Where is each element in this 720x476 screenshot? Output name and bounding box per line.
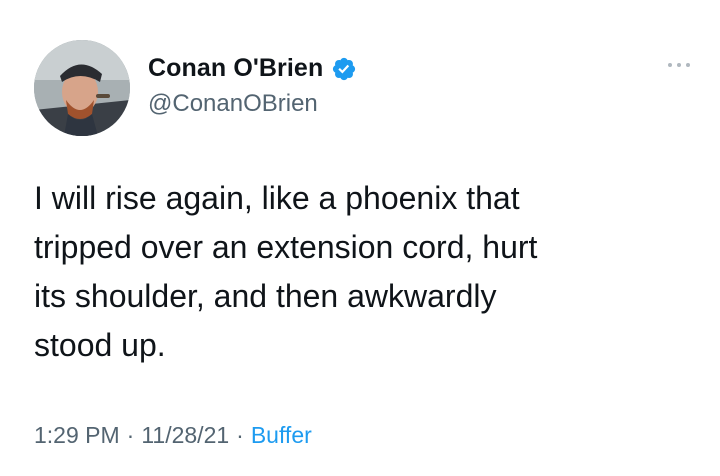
tweet-card: Conan O'Brien @ConanOBrien I will rise a… — [0, 0, 720, 476]
meta-separator: · — [236, 422, 244, 448]
tweet-text: I will rise again, like a phoenix that t… — [34, 180, 538, 363]
author-name-row: Conan O'Brien — [148, 54, 357, 83]
tweet-date[interactable]: 11/28/21 — [141, 422, 229, 449]
tweet-time[interactable]: 1:29 PM — [34, 422, 120, 449]
meta-separator: · — [126, 422, 135, 448]
more-options-icon[interactable] — [666, 58, 692, 70]
avatar-photo — [34, 40, 130, 136]
tweet-metadata: 1:29 PM · 11/28/21 · Buffer — [34, 422, 312, 449]
author-display-name[interactable]: Conan O'Brien — [148, 54, 323, 83]
verified-badge-icon — [331, 56, 357, 82]
tweet-source-link[interactable]: Buffer — [251, 422, 312, 449]
avatar[interactable] — [34, 40, 130, 136]
author-handle[interactable]: @ConanOBrien — [148, 90, 318, 118]
